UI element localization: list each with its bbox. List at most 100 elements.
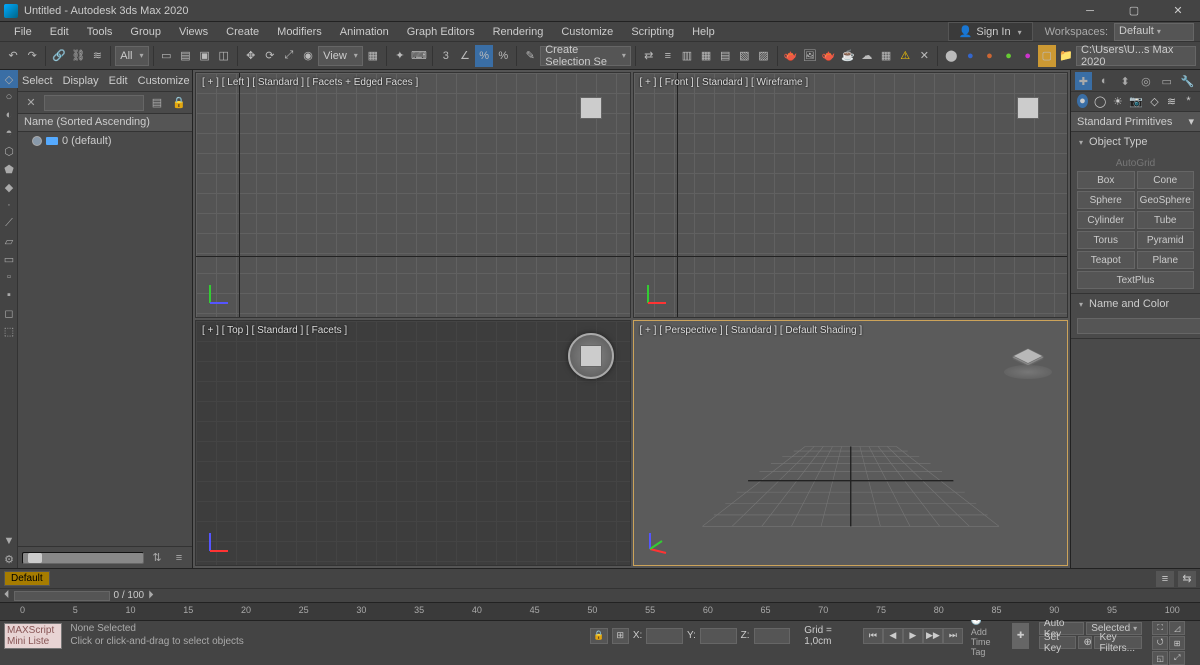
keyboard-button[interactable]: ⌨	[410, 45, 428, 67]
lt-misc4-icon[interactable]: ◻	[0, 304, 18, 322]
btn-torus[interactable]: Torus	[1077, 231, 1135, 249]
nav-fov-icon[interactable]: ◿	[1169, 621, 1185, 635]
tab-create-icon[interactable]: ✚	[1075, 72, 1092, 90]
render-iray-button[interactable]: ▦	[877, 45, 895, 67]
render-preset-button[interactable]: ☕	[839, 45, 857, 67]
time-slider[interactable]	[14, 591, 110, 601]
tab-modify-icon[interactable]: ◐	[1096, 72, 1113, 90]
se-scrollbar[interactable]	[22, 552, 144, 564]
scale-button[interactable]: ⤢	[280, 45, 298, 67]
lt-filter-icon[interactable]: ▼	[0, 532, 18, 550]
green-dot-icon[interactable]: ●	[1000, 45, 1018, 67]
nav-zoomext-icon[interactable]: ⛶	[1152, 621, 1168, 635]
time-tag-label[interactable]: Add Time Tag	[971, 627, 1004, 657]
project-path[interactable]: C:\Users\U...s Max 2020	[1076, 46, 1196, 66]
window-crossing-button[interactable]: ◫	[215, 45, 233, 67]
toggle-ribbon-button[interactable]: ▦	[697, 45, 715, 67]
lt-group-icon[interactable]: ▱	[0, 232, 18, 250]
nav-zoomall-icon[interactable]: ⊞	[1169, 636, 1185, 650]
manipulate-button[interactable]: ✦	[391, 45, 409, 67]
sub-lights-icon[interactable]: ☀	[1112, 94, 1123, 108]
menu-rendering[interactable]: Rendering	[485, 24, 552, 40]
btn-plane[interactable]: Plane	[1137, 251, 1195, 269]
viewport-perspective[interactable]: [ + ] [ Perspective ] [ Standard ] [ Def…	[633, 320, 1069, 566]
placement-button[interactable]: ◉	[299, 45, 317, 67]
snap-toggle-button[interactable]: 3	[437, 45, 455, 67]
tab-motion-icon[interactable]: ◎	[1137, 72, 1154, 90]
select-region-button[interactable]: ▣	[196, 45, 214, 67]
se-menu-customize[interactable]: Customize	[138, 75, 190, 87]
tab-display-icon[interactable]: ▭	[1158, 72, 1175, 90]
lt-misc3-icon[interactable]: ▪	[0, 286, 18, 304]
lt-shapes-icon[interactable]: ○	[0, 88, 18, 106]
close-warning-button[interactable]: ✕	[915, 45, 933, 67]
x-input[interactable]	[646, 628, 683, 644]
menu-customize[interactable]: Customize	[553, 24, 621, 40]
redo-button[interactable]: ↷	[23, 45, 41, 67]
select-object-button[interactable]: ▭	[157, 45, 175, 67]
edit-selection-set-button[interactable]: ✎	[521, 45, 539, 67]
warning-icon[interactable]: ⚠	[896, 45, 914, 67]
btn-cylinder[interactable]: Cylinder	[1077, 211, 1135, 229]
menu-tools[interactable]: Tools	[79, 24, 121, 40]
vp-front-label[interactable]: [ + ] [ Front ] [ Standard ] [ Wireframe…	[640, 77, 809, 88]
portal-icon[interactable]: ▢	[1038, 45, 1056, 67]
time-ruler[interactable]: 05 1015 2025 3035 4045 5055 6065 7075 80…	[0, 602, 1200, 620]
menu-modifiers[interactable]: Modifiers	[269, 24, 330, 40]
lt-lights-icon[interactable]: ◐	[0, 106, 18, 124]
render-setup-button[interactable]: 🫖	[781, 45, 799, 67]
absolute-mode-button[interactable]: ⊞	[612, 628, 629, 644]
render-button[interactable]: 🫖	[820, 45, 838, 67]
menu-group[interactable]: Group	[122, 24, 169, 40]
rollout-object-type-header[interactable]: Object Type	[1071, 132, 1200, 152]
se-foot-sort-icon[interactable]: ⇅	[148, 549, 166, 567]
lt-spacewarps-icon[interactable]: ⬟	[0, 160, 18, 178]
menu-animation[interactable]: Animation	[332, 24, 397, 40]
select-name-button[interactable]: ▤	[176, 45, 194, 67]
viewcube-left[interactable]	[568, 85, 614, 131]
vp-persp-label[interactable]: [ + ] [ Perspective ] [ Standard ] [ Def…	[640, 325, 863, 336]
minimize-button[interactable]: ─	[1068, 0, 1112, 22]
lt-bone-icon[interactable]: ⟋	[0, 214, 18, 232]
se-find-icon[interactable]: ✕	[22, 94, 40, 112]
se-foot-menu-icon[interactable]: ≡	[170, 549, 188, 567]
menu-edit[interactable]: Edit	[42, 24, 77, 40]
layer-explorer-button[interactable]: ▥	[678, 45, 696, 67]
schematic-view-button[interactable]: ▧	[735, 45, 753, 67]
se-column-header[interactable]: Name (Sorted Ascending)	[18, 114, 192, 132]
tab-utilities-icon[interactable]: 🔧	[1179, 72, 1196, 90]
lt-helpers-icon[interactable]: ⬡	[0, 142, 18, 160]
undo-button[interactable]: ↶	[4, 45, 22, 67]
viewport-front[interactable]: [ + ] [ Front ] [ Standard ] [ Wireframe…	[633, 72, 1069, 318]
maximize-button[interactable]: ▢	[1112, 0, 1156, 22]
btn-geosphere[interactable]: GeoSphere	[1137, 191, 1195, 209]
prev-frame-button[interactable]: ◀	[883, 628, 903, 644]
btn-pyramid[interactable]: Pyramid	[1137, 231, 1195, 249]
open-project-button[interactable]: 📁	[1057, 45, 1075, 67]
rollout-name-color-header[interactable]: Name and Color	[1071, 294, 1200, 314]
nav-walk-icon[interactable]: ⤢	[1169, 651, 1185, 665]
autogrid-label[interactable]: AutoGrid	[1077, 156, 1194, 171]
big-key-button[interactable]: ✚	[1012, 623, 1029, 649]
mirror-button[interactable]: ⇄	[640, 45, 658, 67]
play-button[interactable]: ▶	[903, 628, 923, 644]
lt-geometry-icon[interactable]: ◇	[0, 70, 18, 88]
track-btn-2[interactable]: ⇆	[1178, 571, 1196, 587]
lt-settings-icon[interactable]: ⚙	[0, 550, 18, 568]
sub-shapes-icon[interactable]: ◯	[1094, 94, 1106, 108]
se-menu-edit[interactable]: Edit	[109, 75, 128, 87]
menu-create[interactable]: Create	[218, 24, 267, 40]
se-lock-icon[interactable]: 🔒	[170, 94, 188, 112]
blue-dot-icon[interactable]: ●	[961, 45, 979, 67]
lt-systems-icon[interactable]: ◆	[0, 178, 18, 196]
se-tree[interactable]: 0 (default)	[18, 132, 192, 546]
tab-hierarchy-icon[interactable]: ⬍	[1117, 72, 1134, 90]
object-name-input[interactable]	[1077, 318, 1200, 334]
eye-icon[interactable]	[32, 136, 42, 146]
menu-help[interactable]: Help	[684, 24, 723, 40]
bind-button[interactable]: ≋	[88, 45, 106, 67]
btn-textplus[interactable]: TextPlus	[1077, 271, 1194, 289]
rotate-button[interactable]: ⟳	[261, 45, 279, 67]
se-view-icon[interactable]: ▤	[148, 94, 166, 112]
lt-misc5-icon[interactable]: ⬚	[0, 322, 18, 340]
